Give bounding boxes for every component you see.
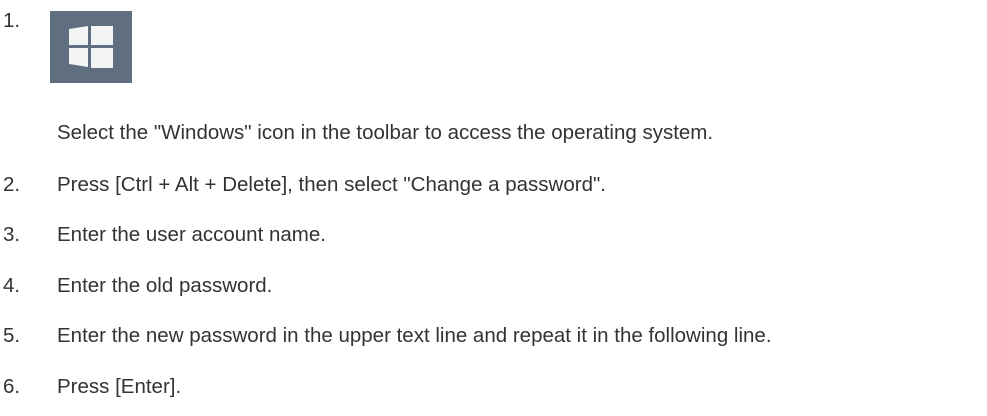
step-text: Enter the user account name. <box>57 223 326 246</box>
step-text: Enter the old password. <box>57 274 273 297</box>
step-text: Select the "Windows" icon in the toolbar… <box>57 121 714 144</box>
step-number: 1. <box>3 9 21 32</box>
step-number: 2. <box>3 173 21 196</box>
step-number: 4. <box>3 274 21 297</box>
step-number: 5. <box>3 324 21 347</box>
windows-start-icon <box>50 11 132 83</box>
step-number: 3. <box>3 223 21 246</box>
step-text: Press [Ctrl + Alt + Delete], then select… <box>57 173 606 196</box>
step-text: Press [Enter]. <box>57 375 182 398</box>
step-text: Enter the new password in the upper text… <box>57 324 772 347</box>
step-number: 6. <box>3 375 21 398</box>
